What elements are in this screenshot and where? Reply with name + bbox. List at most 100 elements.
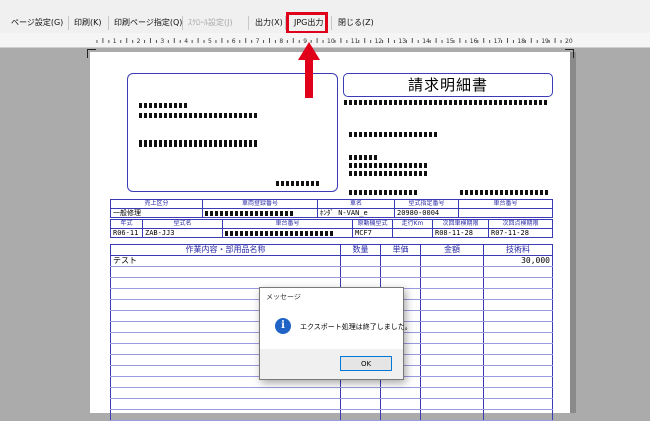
ruler-number: 13 bbox=[398, 38, 406, 45]
toolbar-separator bbox=[248, 16, 249, 30]
qty-cell bbox=[340, 255, 381, 267]
ruler-number: 19 bbox=[541, 38, 549, 45]
ruler-number: 10 bbox=[327, 38, 335, 45]
toolbar-separator bbox=[108, 16, 109, 30]
table-cell bbox=[420, 343, 484, 355]
redacted-text bbox=[139, 103, 187, 108]
crop-mark bbox=[87, 49, 96, 58]
table-cell bbox=[340, 387, 381, 399]
crop-mark bbox=[565, 49, 574, 58]
table-cell bbox=[483, 332, 553, 344]
toolbar-separator bbox=[182, 16, 183, 30]
output-button[interactable]: 出力(X) bbox=[252, 15, 286, 31]
scroll-settings-button[interactable]: ｽｸﾛｰﾙ設定(J) bbox=[185, 15, 236, 31]
jpg-export-highlight bbox=[286, 12, 328, 34]
table-cell bbox=[420, 398, 484, 410]
table-cell bbox=[420, 277, 484, 289]
ruler-number: 6 bbox=[232, 38, 236, 45]
invoice-title: 請求明細書 bbox=[343, 73, 553, 97]
table-cell bbox=[110, 387, 341, 399]
page-setup-button[interactable]: ページ設定(G) bbox=[8, 15, 66, 31]
table-header-row: 年式 型式名 車台番号 原動機型式 走行Km 次回車検期限 次回点検期限 bbox=[110, 219, 553, 229]
vehicle-detail-table: 年式 型式名 車台番号 原動機型式 走行Km 次回車検期限 次回点検期限 R06… bbox=[110, 219, 553, 238]
ruler-ticks: 1 2 3 4 5 6 7 8 9 10 11 12 13 14 15 16 17 18 19 20 bbox=[96, 38, 573, 45]
table-cell bbox=[483, 409, 553, 421]
print-page-range-button[interactable]: 印刷ページ指定(Q) bbox=[111, 15, 185, 31]
table-cell bbox=[483, 376, 553, 388]
table-cell bbox=[420, 354, 484, 366]
dialog-footer: OK bbox=[260, 349, 403, 379]
table-cell bbox=[420, 387, 484, 399]
table-header-cell: 車台番号 bbox=[458, 199, 553, 209]
table-row: テスト 30,000 bbox=[110, 255, 553, 267]
redacted-text bbox=[139, 140, 259, 147]
redacted-text bbox=[139, 113, 259, 118]
table-cell: 一般修理 bbox=[110, 208, 203, 218]
red-arrow-annotation bbox=[298, 42, 320, 98]
info-icon: i bbox=[275, 318, 291, 334]
table-cell bbox=[483, 354, 553, 366]
item-name-cell: テスト bbox=[110, 255, 341, 267]
close-button[interactable]: 閉じる(Z) bbox=[335, 15, 377, 31]
table-cell bbox=[483, 299, 553, 311]
table-cell bbox=[420, 299, 484, 311]
table-cell bbox=[110, 398, 341, 410]
table-header-cell: 技術料 bbox=[483, 244, 553, 256]
table-cell bbox=[420, 266, 484, 278]
table-cell bbox=[380, 409, 421, 421]
table-header-cell: 年式 bbox=[110, 219, 143, 229]
page-shadow bbox=[570, 52, 576, 413]
table-cell bbox=[420, 321, 484, 333]
table-row: 一般修理 ﾎﾝﾀﾞ N-VAN_e 20980-0004 bbox=[110, 208, 553, 218]
toolbar-separator bbox=[331, 16, 332, 30]
ruler-number: 7 bbox=[256, 38, 260, 45]
table-header-cell: 走行Km bbox=[392, 219, 433, 229]
table-cell bbox=[420, 288, 484, 300]
table-cell: R07-11-28 bbox=[488, 228, 553, 238]
table-cell: ﾎﾝﾀﾞ N-VAN_e bbox=[317, 208, 395, 218]
table-cell: 20980-0004 bbox=[394, 208, 459, 218]
redacted-text bbox=[460, 190, 550, 195]
table-header-cell: 数量 bbox=[340, 244, 381, 256]
table-header-row: 売上区分 車両登録番号 車名 型式指定番号 車台番号 bbox=[110, 199, 553, 209]
table-cell bbox=[483, 310, 553, 322]
table-cell bbox=[420, 332, 484, 344]
table-cell bbox=[380, 387, 421, 399]
table-header-cell: 金額 bbox=[420, 244, 484, 256]
redacted-text bbox=[349, 190, 419, 195]
dialog-body: i エクスポート処理は終了しました。 bbox=[260, 306, 412, 346]
table-cell bbox=[420, 365, 484, 377]
table-row bbox=[110, 409, 553, 421]
table-cell bbox=[483, 266, 553, 278]
redacted-text bbox=[276, 181, 320, 186]
redacted-text bbox=[344, 100, 549, 105]
table-cell: R06-11 bbox=[110, 228, 143, 238]
vehicle-info-table: 売上区分 車両登録番号 車名 型式指定番号 車台番号 一般修理 ﾎﾝﾀﾞ N-V… bbox=[110, 199, 553, 218]
ruler-number: 20 bbox=[565, 38, 573, 45]
ruler-number: 16 bbox=[470, 38, 478, 45]
table-header-row: 作業内容・部用品名称 数量 単価 金額 技術料 bbox=[110, 244, 553, 256]
horizontal-ruler: 1 2 3 4 5 6 7 8 9 10 11 12 13 14 15 16 17 18 19 20 bbox=[0, 33, 650, 48]
table-cell bbox=[380, 398, 421, 410]
table-header-cell: 型式名 bbox=[142, 219, 223, 229]
redacted-text bbox=[205, 210, 295, 216]
ruler-number: 11 bbox=[351, 38, 359, 45]
table-header-cell: 作業内容・部用品名称 bbox=[110, 244, 341, 256]
ruler-number: 5 bbox=[208, 38, 212, 45]
ruler-number: 1 bbox=[113, 38, 117, 45]
message-dialog: メッセージ i エクスポート処理は終了しました。 OK bbox=[259, 287, 412, 380]
ruler-number: 15 bbox=[446, 38, 454, 45]
redacted-text bbox=[349, 132, 439, 137]
table-cell bbox=[483, 277, 553, 289]
table-cell bbox=[483, 288, 553, 300]
table-cell bbox=[110, 266, 341, 278]
table-row: R06-11 ZAB-JJ3 MCF7 R08-11-28 R07-11-28 bbox=[110, 228, 553, 238]
table-cell bbox=[222, 228, 353, 238]
ok-button[interactable]: OK bbox=[340, 356, 392, 371]
table-header-cell: 型式指定番号 bbox=[394, 199, 459, 209]
amount-cell bbox=[420, 255, 484, 267]
table-cell bbox=[380, 266, 421, 278]
table-cell bbox=[202, 208, 318, 218]
ruler-number: 8 bbox=[279, 38, 283, 45]
print-button[interactable]: 印刷(K) bbox=[71, 15, 105, 31]
